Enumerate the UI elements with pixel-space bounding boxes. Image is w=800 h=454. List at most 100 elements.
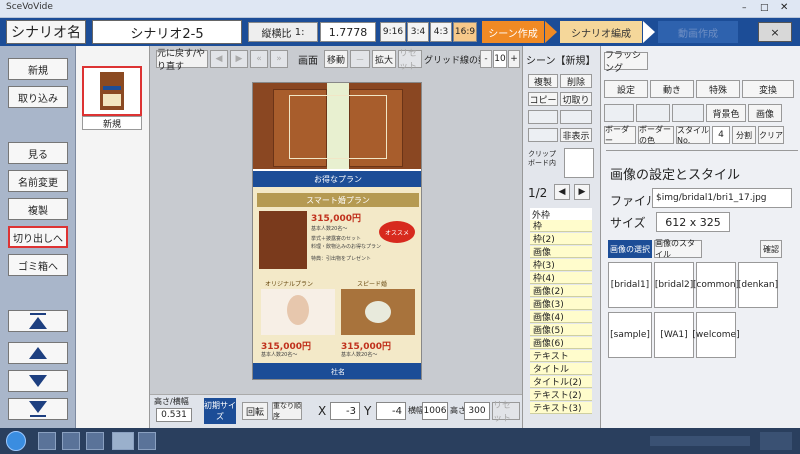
element-item[interactable]: 枠 <box>530 220 592 232</box>
width-input[interactable]: 1006 <box>422 402 448 420</box>
element-item[interactable]: タイトル <box>530 363 592 375</box>
undo-all-icon[interactable]: « <box>250 50 268 68</box>
stage-scene-create[interactable]: シーン作成 <box>482 21 544 43</box>
close-window-icon[interactable]: ✕ <box>780 2 794 14</box>
ratio-3-4-button[interactable]: 3:4 <box>407 22 429 42</box>
x-input[interactable]: -3 <box>330 402 360 420</box>
grid-value[interactable]: 10 <box>493 50 507 68</box>
image-folder-wa1[interactable]: [WA1] <box>654 312 694 358</box>
image-button[interactable]: 画像 <box>748 104 782 122</box>
element-show-button[interactable] <box>528 128 558 142</box>
element-item[interactable]: 枠(3) <box>530 259 592 271</box>
element-item[interactable]: テキスト <box>530 350 592 362</box>
element-item[interactable]: 画像(4) <box>530 311 592 323</box>
cut-out-button[interactable]: 切り出しへ <box>8 226 68 248</box>
flash-button[interactable]: フラッシング <box>604 51 648 74</box>
element-item[interactable]: 画像(3) <box>530 298 592 310</box>
image-select-tab[interactable]: 画像の選択 <box>608 240 652 258</box>
stage-video-create[interactable]: 動画作成 <box>658 21 738 43</box>
height-input[interactable]: 300 <box>464 402 490 420</box>
scene-thumbnail[interactable] <box>82 66 142 116</box>
aspect-ratio-value[interactable]: 1.7778 <box>320 22 376 42</box>
element-cut-button[interactable]: 切取り <box>560 92 592 106</box>
position-reset-button[interactable]: リセット <box>492 401 520 424</box>
start-menu-icon[interactable] <box>6 431 26 451</box>
zoom-button[interactable]: 拡大 <box>372 50 396 68</box>
option-button[interactable] <box>604 104 634 122</box>
undo-icon[interactable]: ◀ <box>210 50 228 68</box>
file-path-field[interactable]: $img/bridal1/bri1_17.jpg <box>652 188 792 208</box>
element-paste2-button[interactable] <box>560 110 592 124</box>
undo-redo-button[interactable]: 元に戻す/やり直す <box>156 49 208 72</box>
original-size-button[interactable]: 初期サイズ <box>204 398 236 424</box>
transform-tab[interactable]: 変換 <box>742 80 794 98</box>
element-hide-button[interactable]: 非表示 <box>560 128 592 142</box>
y-input[interactable]: -4 <box>376 402 406 420</box>
move-down-button[interactable] <box>8 370 68 392</box>
aspect-value[interactable]: 0.531 <box>156 408 192 422</box>
move-bottom-button[interactable] <box>8 398 68 420</box>
scenario-name-field[interactable]: シナリオ2-5 <box>92 20 242 44</box>
prev-page-icon[interactable]: ◀ <box>554 184 570 200</box>
element-item[interactable]: テキスト(3) <box>530 402 592 414</box>
option-button[interactable] <box>672 104 704 122</box>
element-delete-button[interactable]: 削除 <box>560 74 592 88</box>
image-folder-bridal2[interactable]: [bridal2] <box>654 262 694 308</box>
tool-icon[interactable] <box>138 432 156 450</box>
special-tab[interactable]: 特殊 <box>696 80 740 98</box>
duplicate-button[interactable]: 複製 <box>8 198 68 220</box>
style-number-button[interactable]: スタイルNo. <box>676 126 710 145</box>
element-item[interactable]: 枠(2) <box>530 233 592 245</box>
minimize-icon[interactable]: – <box>742 3 754 13</box>
shrink-icon[interactable]: － <box>350 50 370 68</box>
element-item[interactable]: 画像(6) <box>530 337 592 349</box>
ratio-16-9-button[interactable]: 16:9 <box>453 22 477 42</box>
element-item[interactable]: 画像 <box>530 246 592 258</box>
border-button[interactable]: ボーダー <box>604 125 636 145</box>
layer-order-button[interactable]: 重なり順序 <box>272 402 302 420</box>
rename-button[interactable]: 名前変更 <box>8 170 68 192</box>
ratio-9-16-button[interactable]: 9:16 <box>380 22 406 42</box>
grid-plus-button[interactable]: + <box>508 50 520 68</box>
image-folder-welcome[interactable]: [welcome] <box>692 312 740 358</box>
trash-button[interactable]: ゴミ箱へ <box>8 254 68 276</box>
border-color-button[interactable]: ボーダーの色 <box>638 125 674 145</box>
import-button[interactable]: 取り込み <box>8 86 68 108</box>
move-up-button[interactable] <box>8 342 68 364</box>
rotate-button[interactable]: 回転 <box>242 402 268 420</box>
element-item[interactable]: テキスト(2) <box>530 389 592 401</box>
style-number-value[interactable]: 4 <box>712 126 730 144</box>
element-item[interactable]: タイトル(2) <box>530 376 592 388</box>
ratio-4-3-button[interactable]: 4:3 <box>430 22 452 42</box>
stage-scenario-edit[interactable]: シナリオ編成 <box>560 21 642 43</box>
image-folder-bridal1[interactable]: [bridal1] <box>608 262 652 308</box>
settings-tab[interactable]: 設定 <box>604 80 648 98</box>
next-page-icon[interactable]: ▶ <box>574 184 590 200</box>
clear-button[interactable]: クリア <box>758 126 784 144</box>
background-color-button[interactable]: 背景色 <box>706 104 746 122</box>
confirm-button[interactable]: 確認 <box>760 240 782 258</box>
redo-icon[interactable]: ▶ <box>230 50 248 68</box>
scene-preview[interactable]: お得なプラン スマート婚プラン 315,000円 基本人数20名～ 挙式＋披露宴… <box>252 82 422 380</box>
element-copy-button[interactable]: コピー <box>528 92 558 106</box>
maximize-icon[interactable]: □ <box>760 3 772 13</box>
media-icon[interactable] <box>86 432 104 450</box>
element-duplicate-button[interactable]: 複製 <box>528 74 558 88</box>
new-scene-button[interactable]: 新規 <box>8 58 68 80</box>
motion-tab[interactable]: 動き <box>650 80 694 98</box>
close-button[interactable]: × <box>758 22 792 42</box>
folder-icon[interactable] <box>62 432 80 450</box>
image-folder-sample[interactable]: [sample] <box>608 312 652 358</box>
grid-minus-button[interactable]: - <box>480 50 492 68</box>
view-button[interactable]: 見る <box>8 142 68 164</box>
image-folder-denkan[interactable]: [denkan] <box>738 262 778 308</box>
element-item[interactable]: 画像(2) <box>530 285 592 297</box>
image-style-tab[interactable]: 画像のスタイル <box>654 239 702 259</box>
option-button[interactable] <box>636 104 670 122</box>
element-item[interactable]: 枠(4) <box>530 272 592 284</box>
app-taskbar-icon[interactable] <box>112 432 134 450</box>
redo-all-icon[interactable]: » <box>270 50 288 68</box>
browser-icon[interactable] <box>38 432 56 450</box>
image-folder-common[interactable]: [common] <box>693 262 739 308</box>
move-screen-button[interactable]: 移動 <box>324 50 348 68</box>
